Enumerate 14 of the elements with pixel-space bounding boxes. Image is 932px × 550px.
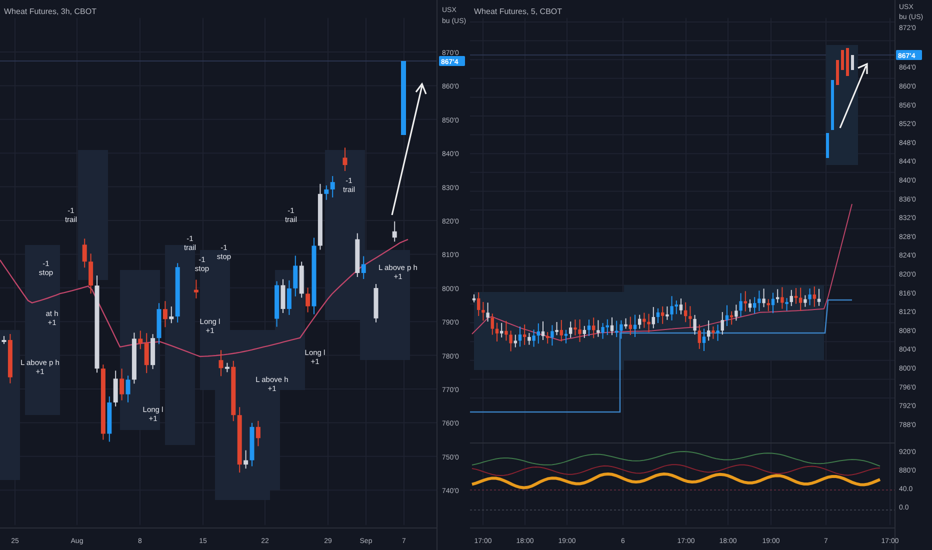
candle <box>342 147 348 172</box>
chart-title: Wheat Futures, 5, CBOT <box>474 7 562 16</box>
candle <box>841 50 844 70</box>
candle <box>826 133 829 158</box>
candle <box>851 55 854 70</box>
candle <box>831 80 834 130</box>
candle <box>194 279 198 299</box>
candle <box>836 60 839 85</box>
chart-title: Wheat Futures, 3h, CBOT <box>4 7 96 16</box>
candle <box>374 284 378 323</box>
trend-arrow <box>839 62 868 129</box>
candle <box>846 48 849 76</box>
candle <box>392 220 397 242</box>
candle <box>82 238 87 268</box>
